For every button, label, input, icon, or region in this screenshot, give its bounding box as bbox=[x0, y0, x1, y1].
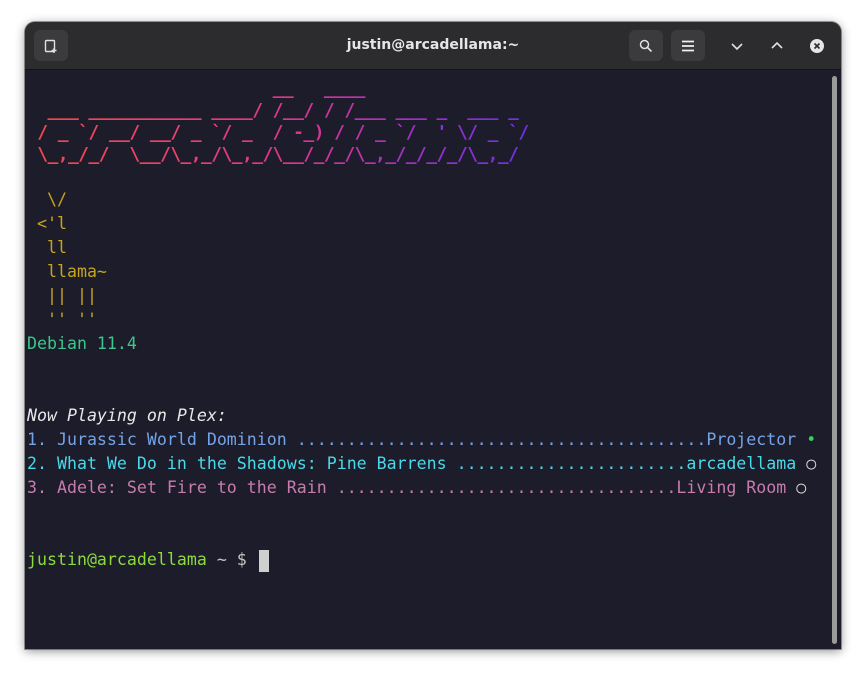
banner-line: / _ `/ __/ __/ _ `/ _ / -_) / / _ `/ ' \… bbox=[27, 122, 529, 143]
now-playing-text: 3. Adele: Set Fire to the Rain .........… bbox=[27, 478, 787, 497]
shell-prompt[interactable]: justin@arcadellama ~ $ bbox=[27, 548, 269, 572]
prompt-symbol: ~ $ bbox=[206, 550, 257, 569]
banner-line: __ ____ bbox=[27, 78, 365, 99]
chevron-down-icon bbox=[731, 42, 743, 50]
now-playing-title: Now Playing on Plex: bbox=[27, 406, 227, 425]
llama-art-line: <'l bbox=[27, 214, 67, 233]
ascii-banner: __ ____ ___ ___________ ____/ /__/ / /__… bbox=[27, 78, 529, 166]
llama-art-line: ll bbox=[27, 238, 67, 257]
menu-button[interactable] bbox=[671, 30, 705, 61]
terminal-window: justin@arcadellama:~ __ ____ ___ _______… bbox=[25, 22, 841, 649]
banner-line: \_,_/_/ \__/\_,_/\_,_/\__/_/_/\_,_/_/_/_… bbox=[27, 144, 519, 165]
hamburger-menu-icon bbox=[682, 40, 694, 51]
status-dot-idle: ○ bbox=[796, 478, 807, 497]
search-icon bbox=[639, 39, 653, 52]
llama-art-line: \/ bbox=[27, 190, 67, 209]
window-title: justin@arcadellama:~ bbox=[346, 37, 520, 53]
status-dot-active: • bbox=[806, 430, 817, 449]
text-cursor bbox=[258, 549, 269, 572]
maximize-button[interactable] bbox=[760, 30, 794, 61]
llama-art-line: '' '' bbox=[27, 310, 97, 329]
llama-art-line: || || bbox=[27, 286, 97, 305]
banner-line: ___ ___________ ____/ /__/ / /___ ___ _ … bbox=[27, 100, 519, 121]
close-icon bbox=[810, 38, 824, 53]
minimize-button[interactable] bbox=[720, 30, 754, 61]
llama-art-line: llama~ bbox=[27, 262, 107, 281]
scrollbar[interactable] bbox=[832, 76, 837, 644]
now-playing-item: 2. What We Do in the Shadows: Pine Barre… bbox=[27, 452, 816, 476]
now-playing-text: 1. Jurassic World Dominion .............… bbox=[27, 430, 797, 449]
close-button[interactable] bbox=[800, 30, 834, 61]
terminal-area[interactable]: __ ____ ___ ___________ ____/ /__/ / /__… bbox=[25, 70, 841, 649]
now-playing-item: 3. Adele: Set Fire to the Rain .........… bbox=[27, 476, 806, 500]
search-button[interactable] bbox=[629, 30, 663, 61]
now-playing-item: 1. Jurassic World Dominion .............… bbox=[27, 428, 816, 452]
os-version: Debian 11.4 bbox=[27, 334, 137, 353]
status-dot-idle: ○ bbox=[806, 454, 817, 473]
chevron-up-icon bbox=[771, 41, 783, 49]
prompt-user-host: justin@arcadellama bbox=[27, 550, 207, 569]
title-bar: justin@arcadellama:~ bbox=[25, 22, 841, 70]
now-playing-text: 2. What We Do in the Shadows: Pine Barre… bbox=[27, 454, 797, 473]
